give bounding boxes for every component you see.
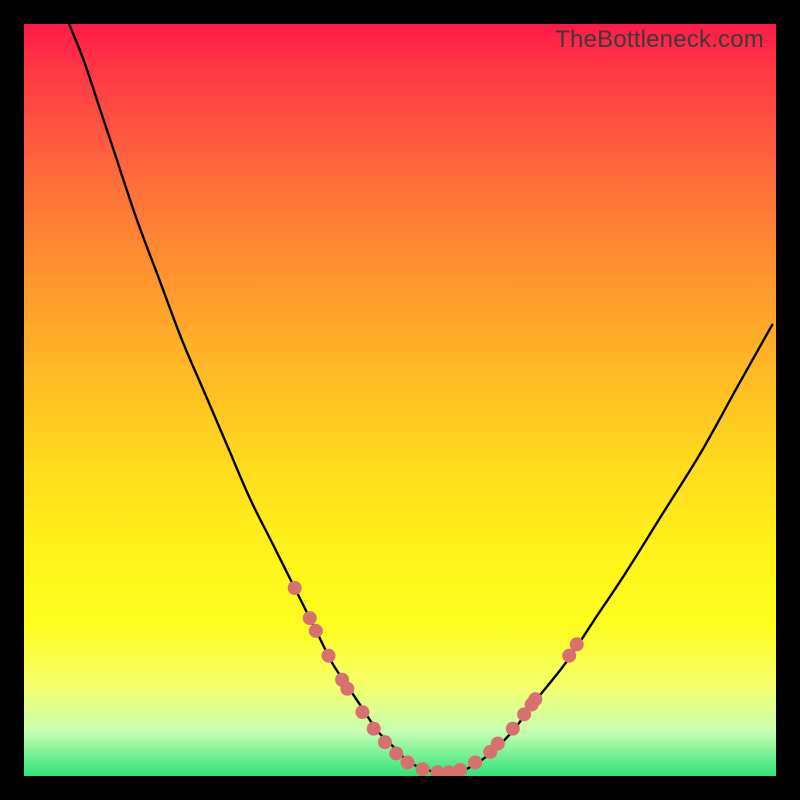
marker-dot (491, 737, 505, 751)
chart-plot-area: TheBottleneck.com (24, 24, 776, 776)
marker-dot (378, 735, 392, 749)
marker-dot (309, 624, 323, 638)
marker-dot (355, 705, 369, 719)
marker-dot (416, 762, 430, 776)
marker-dot (453, 763, 467, 776)
marker-dot (506, 722, 520, 736)
marker-dot (389, 746, 403, 760)
marker-dot (303, 611, 317, 625)
marker-dot (367, 722, 381, 736)
watermark-text: TheBottleneck.com (555, 26, 764, 54)
marker-dot (340, 682, 354, 696)
marker-dot (401, 755, 415, 769)
marker-dot (528, 692, 542, 706)
marker-dot (570, 637, 584, 651)
marker-dot (322, 649, 336, 663)
marker-dot (468, 755, 482, 769)
chart-svg (24, 24, 776, 776)
marker-dots (288, 581, 584, 776)
marker-dot (288, 581, 302, 595)
bottleneck-curve (69, 24, 772, 773)
